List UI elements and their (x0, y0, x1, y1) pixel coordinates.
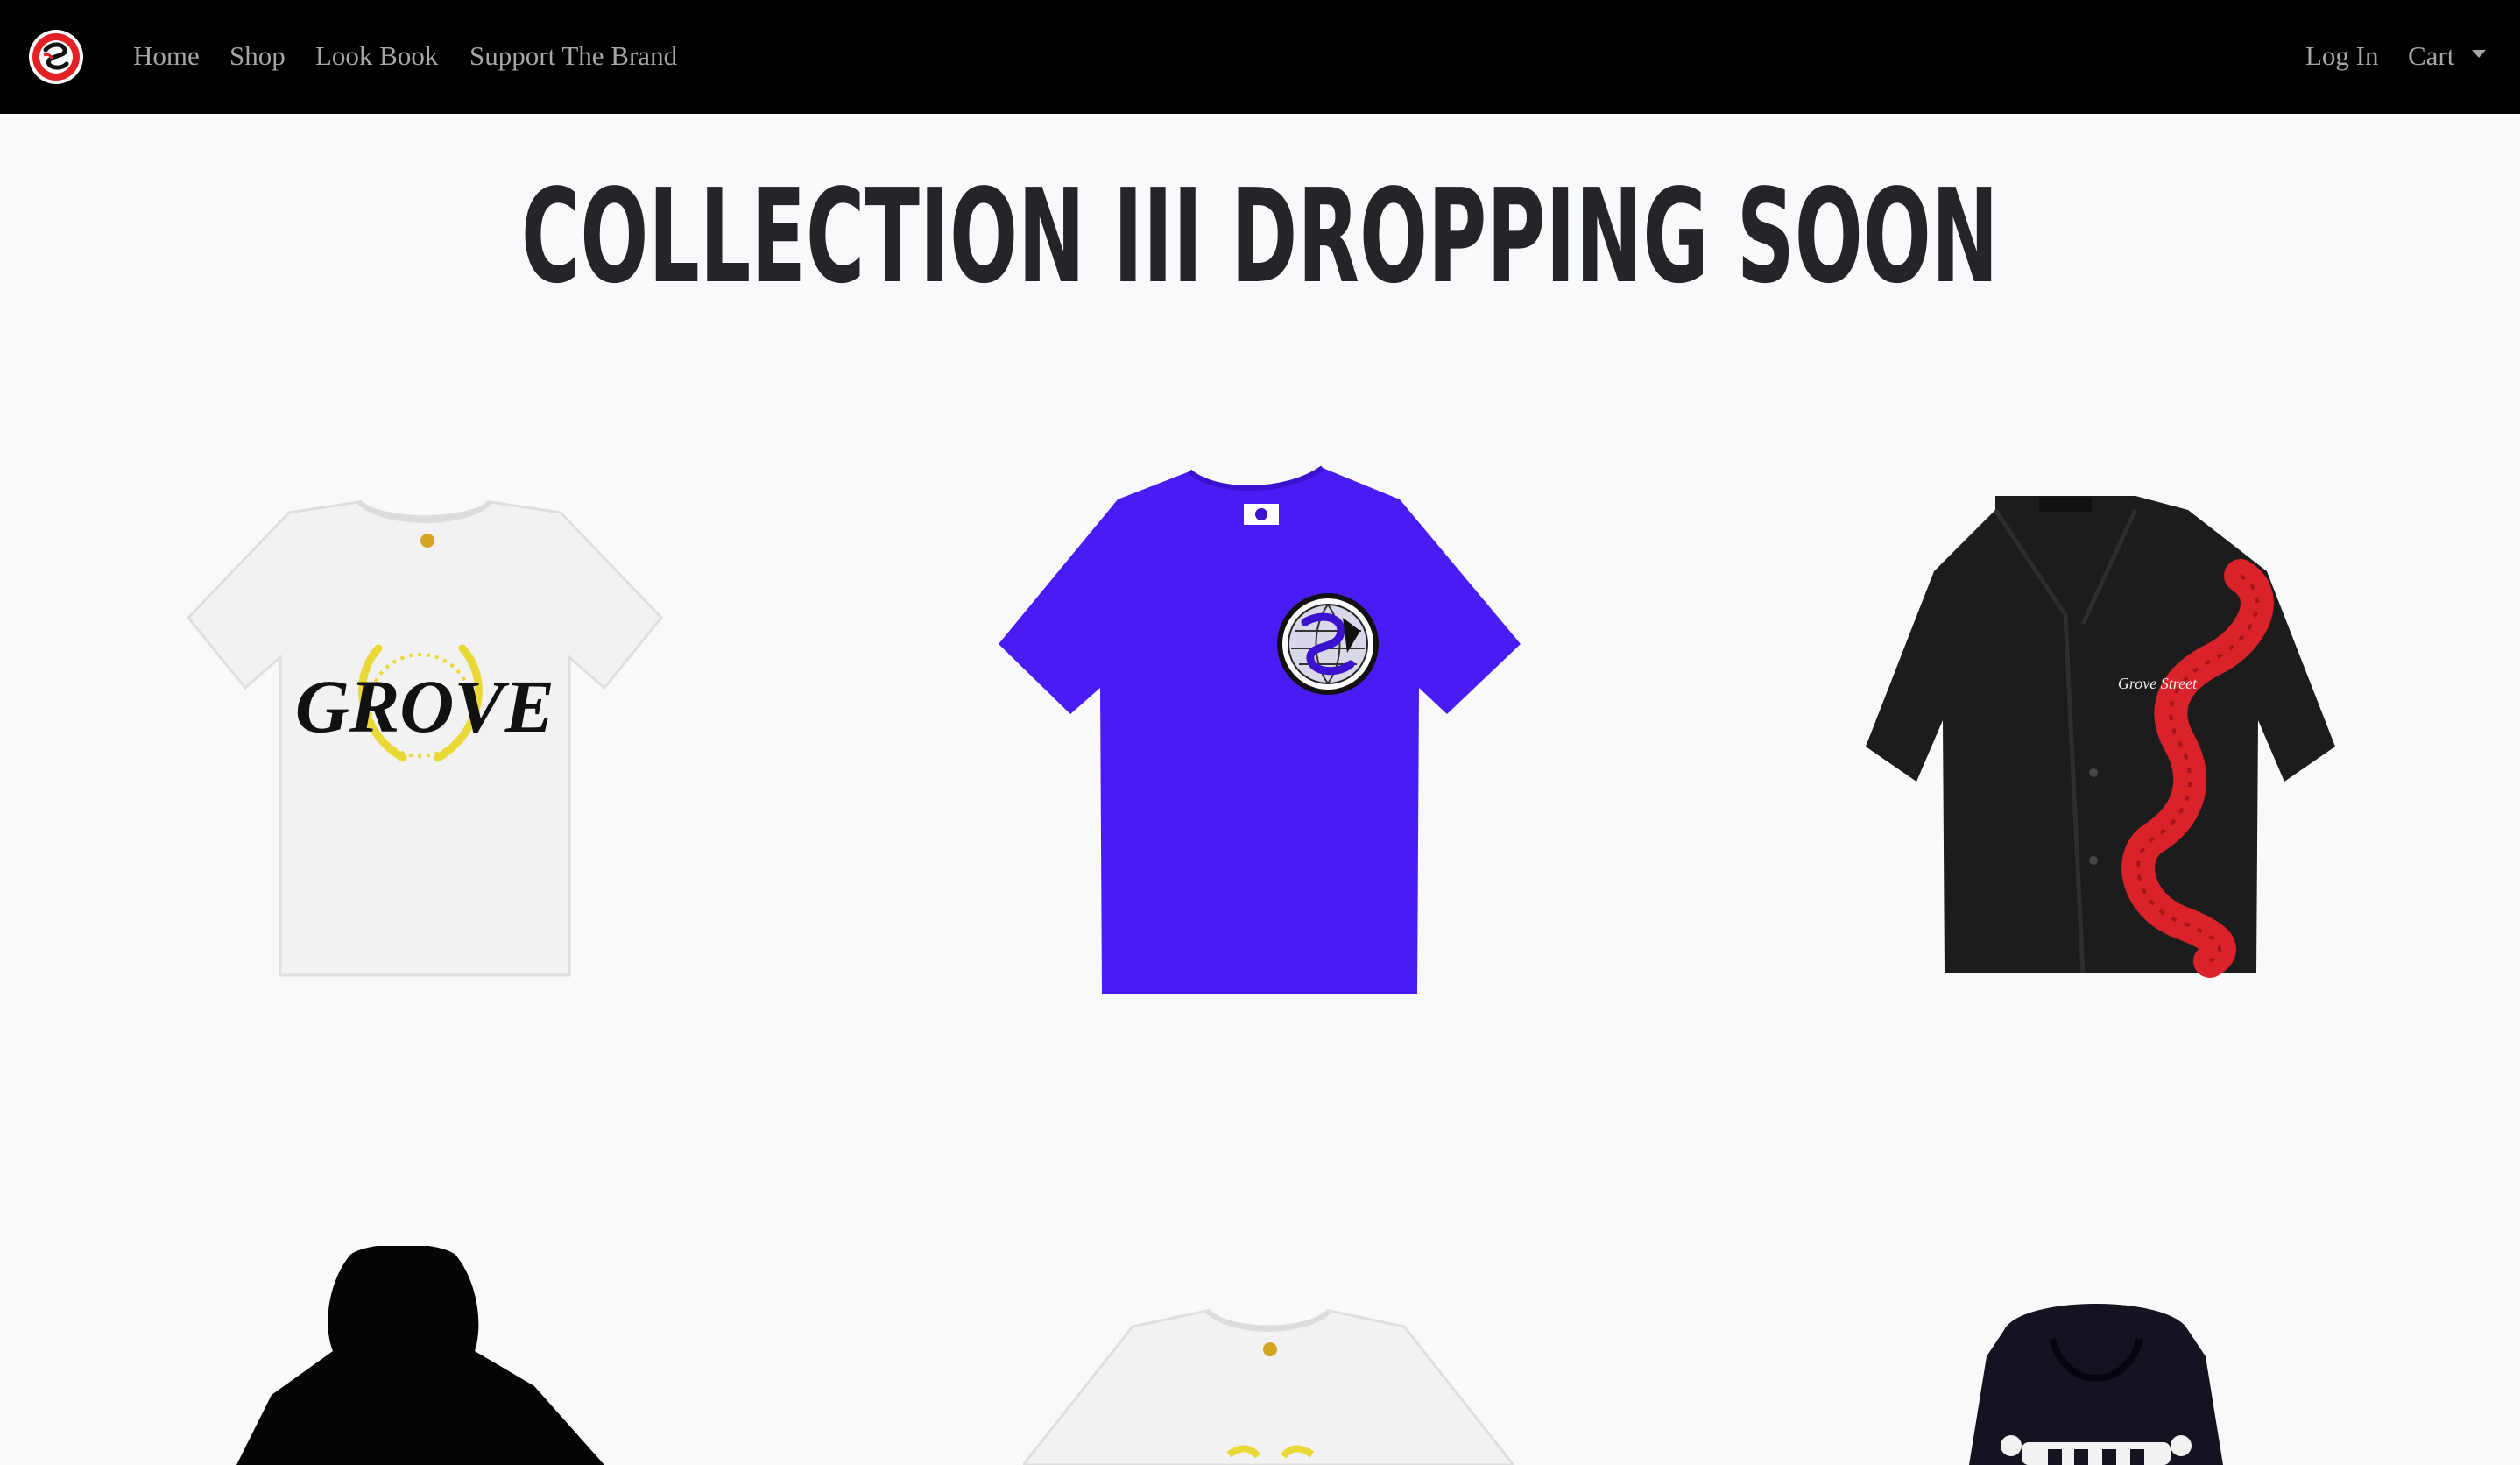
product-card-black-snake-shirt[interactable]: Grove Street (1864, 492, 2337, 979)
navy-skeleton-hoodie-image (1969, 1304, 2223, 1465)
black-hoodie-image (236, 1246, 604, 1465)
chevron-down-icon[interactable] (2472, 50, 2486, 58)
nav-home-link[interactable]: Home (133, 37, 200, 75)
product-card-white-tee-2[interactable] (1023, 1306, 1514, 1465)
grove-print-text: GROVE (295, 664, 554, 748)
product-card-navy-skeleton-hoodie[interactable] (1943, 1295, 2249, 1465)
white-grove-tee-image: GROVE (187, 499, 663, 977)
top-navbar: Home Shop Look Book Support The Brand Lo… (0, 0, 2520, 114)
login-link[interactable]: Log In (2305, 37, 2379, 75)
cart-dropdown[interactable]: Cart (2408, 37, 2454, 75)
product-card-black-hoodie[interactable] (236, 1246, 604, 1465)
nav-support-link[interactable]: Support The Brand (469, 37, 677, 75)
product-card-white-grove-tee[interactable]: GROVE (184, 495, 666, 986)
black-snake-shirt-image: Grove Street (1866, 496, 2335, 978)
product-card-blue-globe-tee[interactable] (997, 464, 1524, 999)
blue-globe-tee-image (999, 465, 1521, 994)
shirt-print-text: Grove Street (2118, 675, 2198, 692)
brand-logo-icon[interactable] (28, 29, 84, 85)
page-headline: COLLECTION III DROPPING SOON (521, 161, 1999, 312)
nav-shop-link[interactable]: Shop (229, 37, 286, 75)
nav-lookbook-link[interactable]: Look Book (315, 37, 438, 75)
white-tee-2-image (1023, 1308, 1514, 1465)
